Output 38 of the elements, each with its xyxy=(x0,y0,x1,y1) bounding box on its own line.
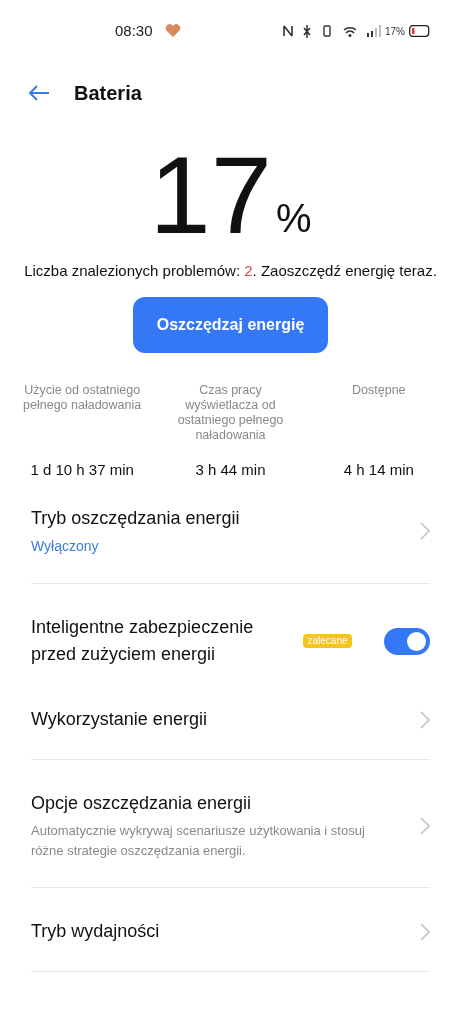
settings-row[interactable]: Tryb oszczędzania energii Wyłączony xyxy=(31,497,430,565)
chevron-right-icon xyxy=(420,710,430,729)
stat-value: 1 d 10 h 37 min xyxy=(30,459,134,480)
row-title: Wykorzystanie energii xyxy=(31,708,207,731)
recommended-badge: zalecane xyxy=(303,634,352,648)
battery-icon xyxy=(409,25,431,37)
save-energy-button[interactable]: Oszczędzaj energię xyxy=(133,296,328,353)
row-title: Tryb wydajności xyxy=(31,920,160,943)
stat-label: Czas pracy wyświetlacza od ostatniego pełnego naładowania xyxy=(176,382,285,444)
wifi-icon xyxy=(343,25,357,37)
row-status: Wyłączony xyxy=(31,537,100,556)
bluetooth-icon xyxy=(303,24,311,38)
signal-icon xyxy=(367,25,381,37)
stat-value: 3 h 44 min xyxy=(195,459,266,480)
chevron-right-icon xyxy=(420,522,430,540)
problems-message: Liczba znalezionych problemów: 2. Zaoszczędź energię teraz. xyxy=(23,261,438,281)
settings-row[interactable]: Wykorzystanie energii xyxy=(31,698,430,741)
row-description: Automatycznie wykrywaj scenariusze użytkowania i stosuj różne strategie oszczędzania energii. xyxy=(31,822,366,860)
row-title: Opcje oszczędzania energii xyxy=(31,792,253,815)
stat-label: Użycie od ostatniego pełnego naładowania xyxy=(22,382,143,414)
settings-row[interactable]: Tryb wydajności xyxy=(31,910,430,953)
settings-row[interactable]: Opcje oszczędzania energii Automatycznie wykrywaj scenariusze użytkowania i stosuj różne strategie oszczędzania energii. xyxy=(31,782,430,869)
row-title: Tryb oszczędzania energii xyxy=(31,507,240,530)
chevron-right-icon xyxy=(420,922,430,941)
chevron-right-icon xyxy=(420,816,430,835)
back-button[interactable] xyxy=(28,85,50,101)
nfc-icon xyxy=(283,25,293,37)
heart-icon xyxy=(164,24,181,38)
percent-sign: % xyxy=(275,195,312,242)
stat-label: Dostępne xyxy=(352,382,406,399)
row-title: Inteligentne zabezpieczenie przed zużyciem energii xyxy=(31,616,255,666)
toggle-switch[interactable] xyxy=(384,627,430,655)
battery-percent: 17% xyxy=(385,24,405,39)
status-time: 08:30 xyxy=(115,20,153,41)
vibrate-icon xyxy=(323,25,331,37)
stat-value: 4 h 14 min xyxy=(343,459,414,480)
battery-level-text: 17 xyxy=(149,140,272,250)
page-title: Bateria xyxy=(74,81,142,106)
